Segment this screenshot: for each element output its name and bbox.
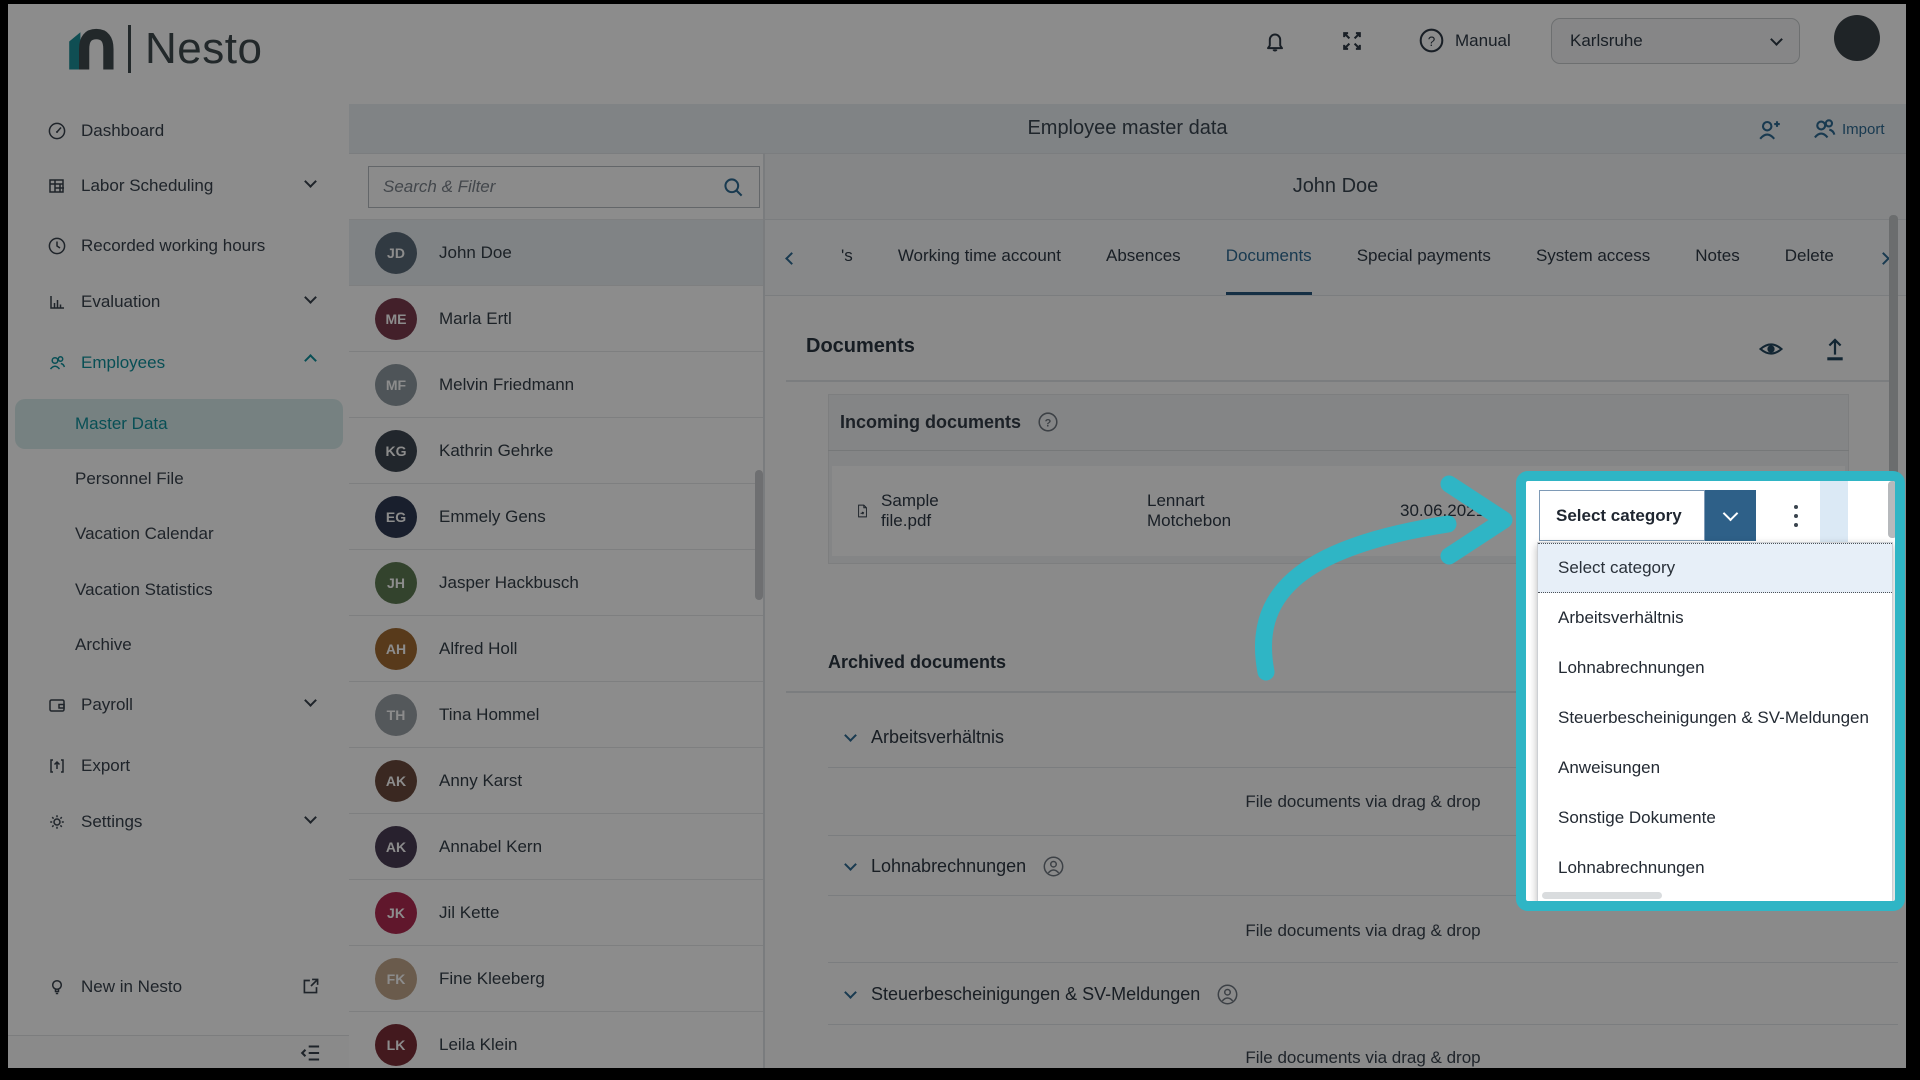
- category-dropdown-highlight: Select category Select category Arbeitsv…: [1516, 471, 1905, 911]
- frame-edge: [0, 0, 8, 1080]
- chevron-down-icon: [1723, 506, 1739, 522]
- kebab-menu-icon[interactable]: [1788, 501, 1804, 531]
- dropdown-option-lohnabrechnungen[interactable]: Lohnabrechnungen: [1538, 643, 1892, 693]
- frame-edge: [0, 1068, 1920, 1080]
- dropdown-horizontal-scrollbar[interactable]: [1542, 892, 1662, 899]
- page-scrollbar-segment[interactable]: [1888, 481, 1897, 538]
- frame-edge: [1906, 0, 1920, 1080]
- select-category-button[interactable]: Select category: [1539, 490, 1705, 541]
- dropdown-option-anweisungen[interactable]: Anweisungen: [1538, 743, 1892, 793]
- dropdown-option-select-category[interactable]: Select category: [1538, 543, 1892, 593]
- category-dropdown-menu: Select category Arbeitsverhältnis Lohnab…: [1537, 542, 1893, 903]
- row-scroll-gutter: [1820, 481, 1848, 542]
- dropdown-option-arbeitsverhaeltnis[interactable]: Arbeitsverhältnis: [1538, 593, 1892, 643]
- dropdown-option-lohnabrechnungen-2[interactable]: Lohnabrechnungen: [1538, 843, 1892, 893]
- dropdown-option-steuerbescheinigungen[interactable]: Steuerbescheinigungen & SV-Meldungen: [1538, 693, 1892, 743]
- select-category-label: Select category: [1556, 506, 1682, 526]
- select-category-dropdown-toggle[interactable]: [1705, 490, 1756, 541]
- app-window: Nesto ? Manual Karlsruhe Dashboard: [0, 0, 1920, 1080]
- dropdown-option-sonstige-dokumente[interactable]: Sonstige Dokumente: [1538, 793, 1892, 843]
